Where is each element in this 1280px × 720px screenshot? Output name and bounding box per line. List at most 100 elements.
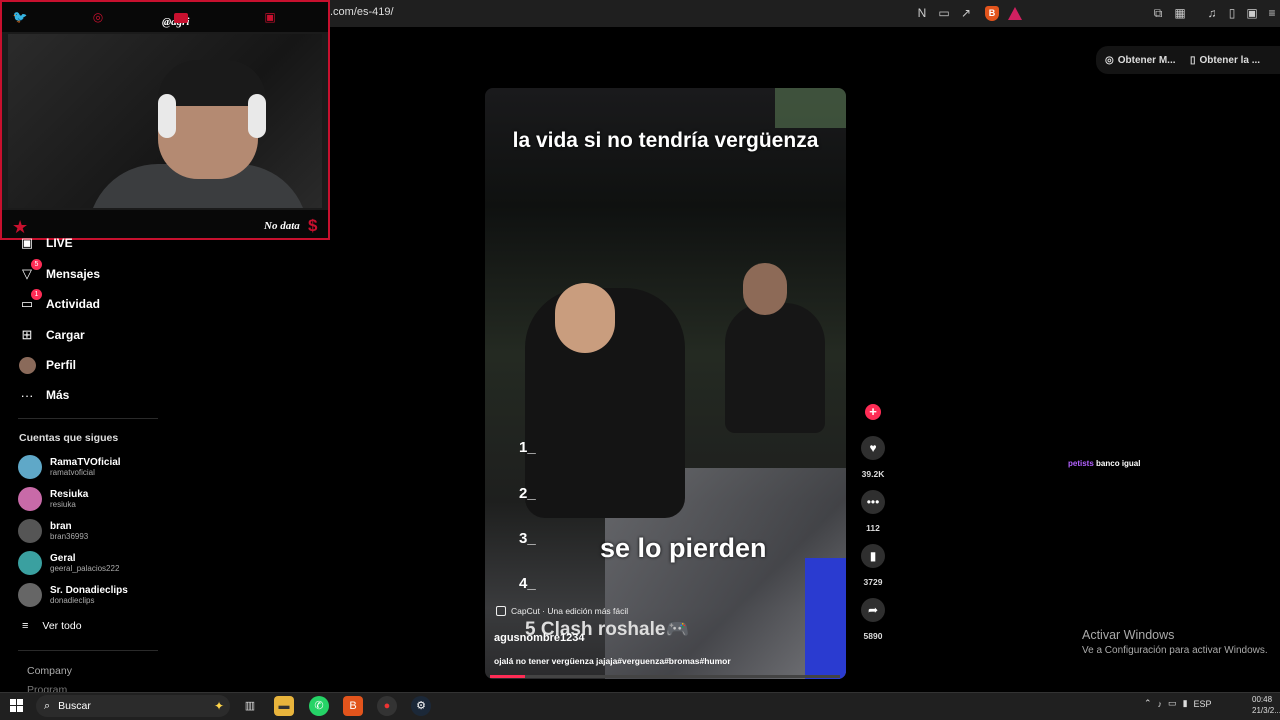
account-username: ramatvoficial xyxy=(50,468,95,477)
phone-icon: ▯ xyxy=(1190,54,1196,66)
save-button[interactable]: ▮ xyxy=(861,544,885,568)
upload-icon: ⊞ xyxy=(21,327,33,342)
like-count: 39.2K xyxy=(861,469,885,479)
follow-button[interactable]: + xyxy=(865,404,881,420)
nav-cargar[interactable]: ⊞ Cargar xyxy=(18,325,85,345)
nav-live[interactable]: ▣ LIVE xyxy=(18,233,73,253)
no-translate-icon[interactable]: N xyxy=(914,5,930,21)
capcut-link[interactable]: CapCut · Una edición más fácil xyxy=(496,606,628,616)
capcut-label: CapCut · Una edición más fácil xyxy=(511,606,629,616)
get-app-label: Obtener M... xyxy=(1117,54,1176,66)
window-menu-icon[interactable]: ≡ xyxy=(1264,5,1280,21)
following-account[interactable]: bran bran36993 xyxy=(18,518,88,544)
obs-icon[interactable]: ● xyxy=(377,696,397,716)
whatsapp-icon[interactable]: ✆ xyxy=(309,696,329,716)
capcut-icon xyxy=(496,606,506,616)
nav-mensajes[interactable]: ▽ 5 Mensajes xyxy=(18,259,101,284)
account-name: bran xyxy=(50,521,72,532)
following-account[interactable]: Geral geeral_palacios222 xyxy=(18,550,119,576)
taskbar-search[interactable]: ⌕ Buscar ✦ xyxy=(36,695,230,717)
sidebar-icon[interactable]: ▦ xyxy=(1172,5,1188,21)
program-link[interactable]: Program xyxy=(27,684,67,692)
video-scene xyxy=(725,303,825,433)
comment-button[interactable]: ••• xyxy=(861,490,885,514)
rewards-icon[interactable] xyxy=(1008,7,1022,20)
network-icon[interactable]: ▭ xyxy=(1168,698,1177,709)
screen-cast-icon[interactable]: ▭ xyxy=(936,5,952,21)
account-username: geeral_palacios222 xyxy=(50,564,120,573)
nav-actividad[interactable]: ▭ 1 Actividad xyxy=(18,289,101,314)
brave-browser-icon[interactable]: B xyxy=(343,696,363,716)
activation-subtitle: Ve a Configuración para activar Windows. xyxy=(1082,645,1268,656)
language-indicator[interactable]: ESP xyxy=(1194,699,1212,709)
chat-text: banco igual xyxy=(1096,459,1141,468)
chevron-up-icon[interactable]: ⌃ xyxy=(1144,698,1152,709)
video-progress-fill xyxy=(490,675,525,678)
wallet-icon[interactable]: ▣ xyxy=(1244,5,1260,21)
file-explorer-icon[interactable]: ▬ xyxy=(274,696,294,716)
avatar xyxy=(18,455,42,479)
video-progress-track[interactable] xyxy=(490,675,840,678)
task-view-icon[interactable]: ▥ xyxy=(240,696,260,716)
share-button[interactable]: ➦ xyxy=(861,598,885,622)
brave-shield-icon[interactable]: B xyxy=(985,6,999,21)
video-list-item: 4_ xyxy=(519,575,536,592)
profile-icon xyxy=(18,356,36,374)
headphone-left xyxy=(158,94,176,138)
nav-label: Mensajes xyxy=(46,267,101,281)
windows-start-icon[interactable] xyxy=(10,699,23,712)
extensions-icon[interactable]: ⧉ xyxy=(1150,5,1166,21)
clock[interactable]: 00:48 21/3/2... xyxy=(1252,694,1280,716)
volume-icon[interactable]: ♪ xyxy=(1158,699,1163,709)
following-account[interactable]: RamaTVOficial ramatvoficial xyxy=(18,454,121,480)
video-caption-middle: se lo pierden xyxy=(600,533,767,563)
like-button[interactable]: ♥ xyxy=(861,436,885,460)
activity-icon: ▭ 1 xyxy=(18,289,42,313)
get-app-button[interactable]: ◎ Obtener M... xyxy=(1105,51,1176,69)
media-icon[interactable]: ♫ xyxy=(1204,5,1220,21)
video-author[interactable]: agusnombre1234 xyxy=(494,632,584,644)
youtube-icon xyxy=(174,13,188,23)
video-description: ojalá no tener vergüenza jajaja#verguenz… xyxy=(494,656,731,666)
following-title: Cuentas que sigues xyxy=(19,432,119,444)
video-player[interactable] xyxy=(485,88,846,679)
nav-mas[interactable]: ··· Más xyxy=(18,385,70,405)
chat-message: petists banco igual xyxy=(1068,459,1140,468)
see-all-link[interactable]: ≡ Ver todo xyxy=(22,620,82,632)
share-count: 5890 xyxy=(863,631,883,641)
notification-badge: 5 xyxy=(31,259,42,270)
account-username: resiuka xyxy=(50,500,76,509)
share-icon[interactable]: ↗ xyxy=(958,5,974,21)
nav-perfil[interactable]: Perfil xyxy=(18,355,76,375)
avatar xyxy=(18,487,42,511)
webcam-overlay: 🐦 ◎ ▣ @agri ★ No data $ xyxy=(0,0,330,240)
nav-label: LIVE xyxy=(46,236,73,250)
avatar xyxy=(18,551,42,575)
avatar xyxy=(18,519,42,543)
account-username: bran36993 xyxy=(50,532,89,541)
battery-icon[interactable]: ▮ xyxy=(1183,698,1188,709)
comment-icon: ••• xyxy=(866,495,880,509)
account-username: donadieclips xyxy=(50,596,95,605)
nav-label: Cargar xyxy=(46,328,85,342)
bookmark-icon: ▮ xyxy=(869,549,877,563)
search-placeholder: Buscar xyxy=(58,700,91,712)
address-bar[interactable]: .com/es-419/ xyxy=(330,6,394,18)
account-name: Sr. Donadieclips xyxy=(50,585,128,596)
nav-label: Actividad xyxy=(46,297,101,311)
steam-icon[interactable]: ⚙ xyxy=(411,696,431,716)
get-mobile-app-button[interactable]: ▯ Obtener la ... xyxy=(1190,51,1260,69)
following-account[interactable]: Sr. Donadieclips donadieclips xyxy=(18,582,128,608)
video-caption-top: la vida si no tendría vergüenza xyxy=(512,129,819,152)
video-scene xyxy=(805,558,846,679)
company-link[interactable]: Company xyxy=(27,665,72,677)
following-account[interactable]: Resiuka resiuka xyxy=(18,486,88,512)
twitch-icon: ▣ xyxy=(264,10,276,24)
activation-title: Activar Windows xyxy=(1082,628,1175,642)
divider xyxy=(18,650,158,651)
video-list-item: 3_ xyxy=(519,530,536,547)
reader-icon[interactable]: ▯ xyxy=(1224,5,1240,21)
webcam-footer-text: No data xyxy=(264,220,300,232)
nav-label: Más xyxy=(46,388,70,402)
nav-label: Perfil xyxy=(46,358,77,372)
